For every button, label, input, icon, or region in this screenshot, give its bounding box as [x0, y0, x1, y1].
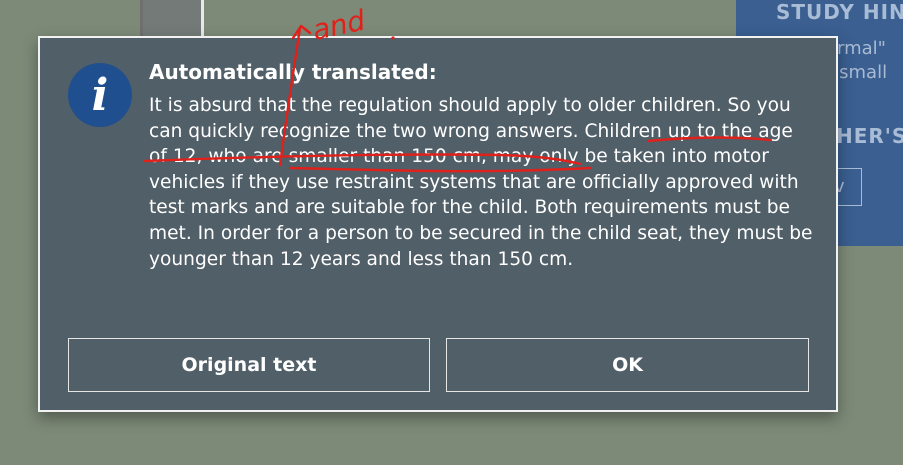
background-panel-heading: HER'S: [836, 124, 903, 148]
ok-button[interactable]: OK: [446, 338, 809, 392]
info-icon: i: [68, 63, 132, 127]
dialog-title: Automatically translated:: [149, 60, 437, 84]
original-text-button[interactable]: Original text: [68, 338, 430, 392]
background-panel-title: STUDY HINT: [776, 0, 903, 24]
info-icon-glyph: i: [92, 70, 109, 121]
translation-dialog: i Automatically translated: It is absurd…: [38, 36, 838, 412]
background-scrollbar-handle: [140, 0, 204, 40]
dialog-message: It is absurd that the regulation should …: [149, 95, 813, 270]
